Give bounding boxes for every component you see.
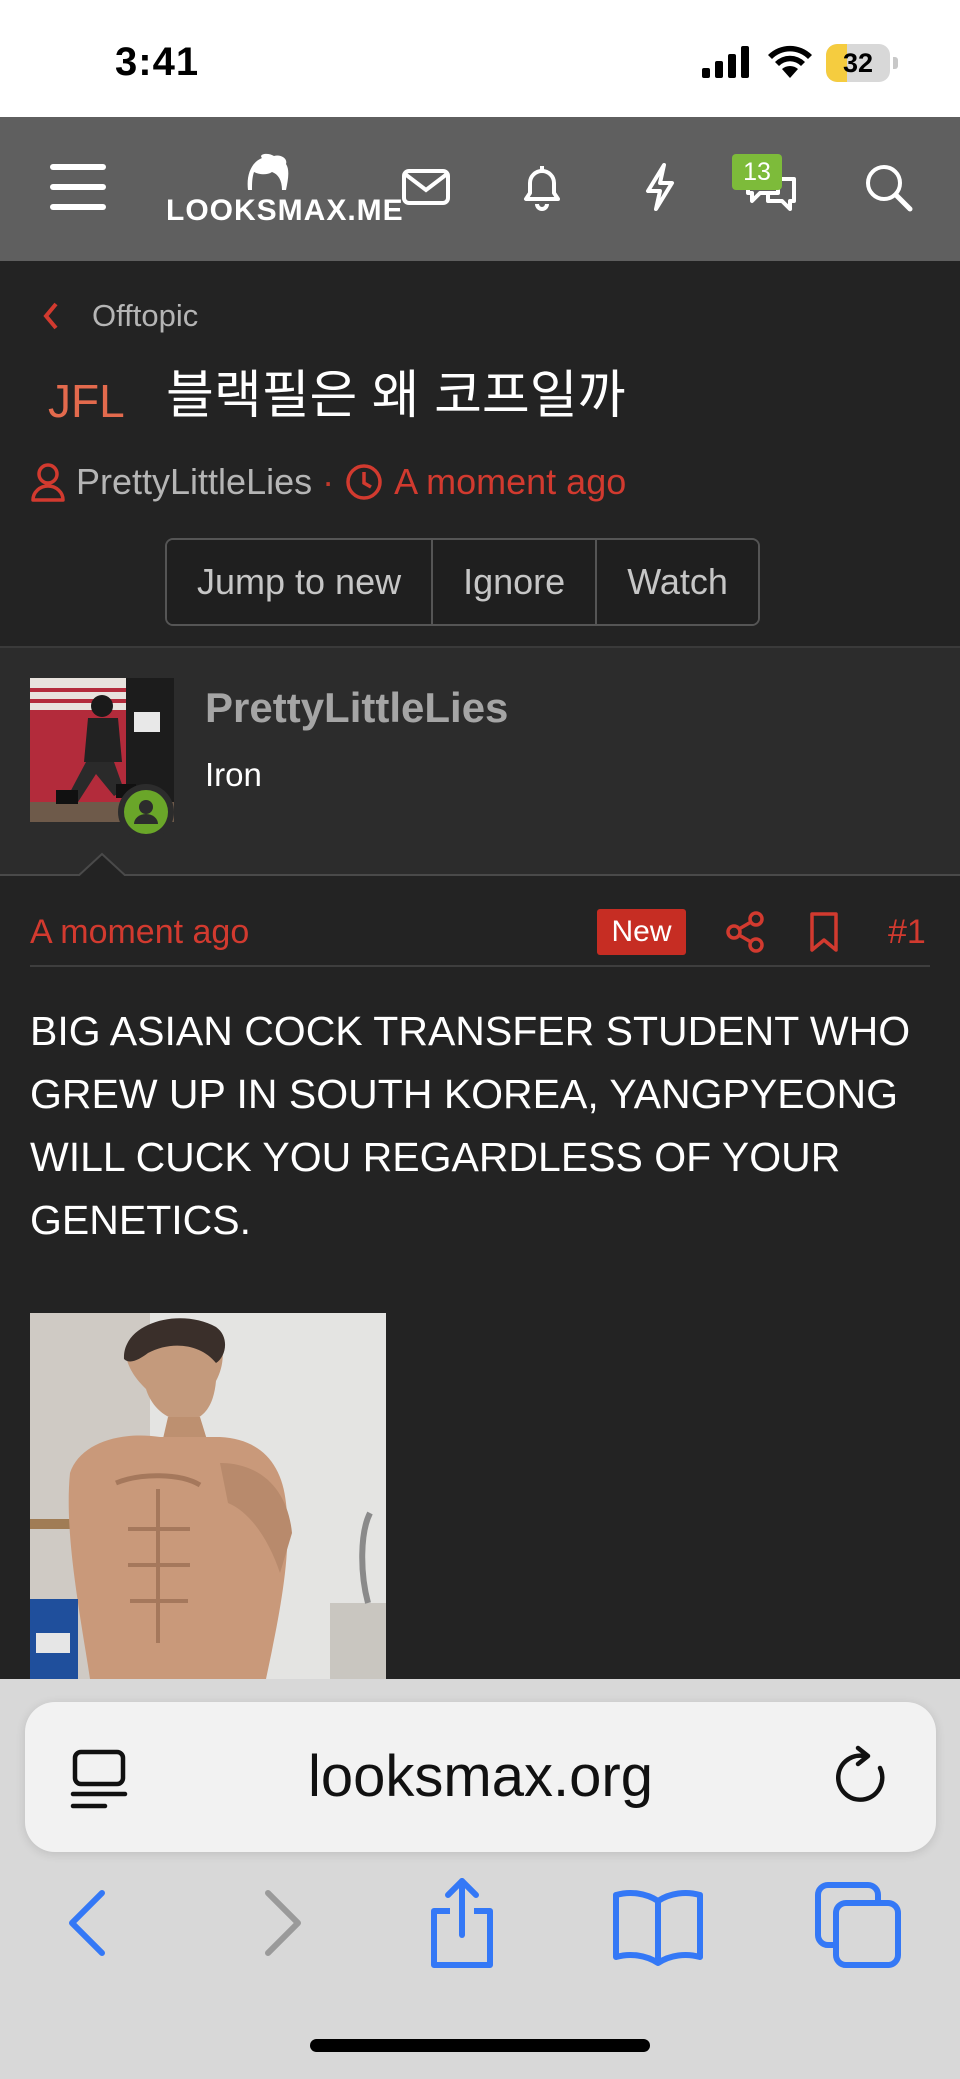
user-title: Iron [205,756,262,793]
battery-icon: 32 [826,44,898,82]
status-bar: 3:41 32 [0,0,960,117]
home-indicator [310,2039,650,2052]
thread-time[interactable]: A moment ago [394,461,626,503]
wifi-icon [768,45,812,78]
bookmark-icon[interactable] [806,910,842,954]
clock-icon [346,464,382,500]
thread-meta: PrettyLittleLies · A moment ago [30,458,626,506]
breadcrumb-offtopic[interactable]: Offtopic [92,296,198,336]
online-indicator [118,784,174,840]
share-sheet-icon[interactable] [420,1873,504,1973]
ignore-button[interactable]: Ignore [433,540,598,624]
post-image[interactable] [30,1313,386,1679]
share-icon[interactable] [726,910,764,954]
online-user-icon [134,800,158,824]
hair-logo-icon [247,153,289,190]
envelope-icon[interactable] [396,157,456,217]
reload-icon[interactable] [830,1744,894,1810]
back-icon[interactable] [58,1873,114,1973]
lightning-bolt-icon[interactable] [630,157,690,217]
watch-button[interactable]: Watch [597,540,758,624]
new-badge: New [597,909,686,955]
user-icon [31,463,65,502]
attached-photo [30,1313,386,1679]
thread-author[interactable]: PrettyLittleLies [76,461,312,503]
thread-prefix[interactable]: JFL [48,374,125,428]
meta-separator: · [322,461,335,502]
tabs-icon[interactable] [814,1873,904,1973]
bookmarks-icon[interactable] [610,1873,706,1973]
battery-level: 32 [842,48,874,78]
site-header: LOOKSMAX.ME 13 [0,117,960,261]
post-body: BIG ASIAN COCK TRANSFER STUDENT WHO GREW… [30,1008,911,1243]
chevron-left-icon[interactable] [40,300,62,332]
status-time: 3:41 [115,40,200,84]
conversations-badge: 13 [732,154,782,190]
post-number[interactable]: #1 [888,910,926,954]
bell-icon[interactable] [512,157,572,217]
thread-title: 블랙필은 왜 코프일까 [166,367,626,425]
address-bar[interactable]: looksmax.org [25,1702,936,1852]
divider [30,965,930,967]
search-icon[interactable] [858,157,918,217]
browser-toolbar: looksmax.org [0,1679,960,2079]
forward-icon[interactable] [254,1873,310,1973]
jump-to-new-button[interactable]: Jump to new [167,540,434,624]
post-time[interactable]: A moment ago [30,910,249,954]
hamburger-menu-icon[interactable] [48,157,108,217]
site-logo[interactable]: LOOKSMAX.ME [166,152,404,232]
speech-pointer [76,852,128,878]
post-author-name[interactable]: PrettyLittleLies [205,684,508,732]
cellular-signal-icon [702,46,749,78]
post-author-bar: PrettyLittleLies Iron [0,648,960,876]
thread-actions: Jump to new Ignore Watch [165,538,760,626]
logo-text: LOOKSMAX.ME [166,194,404,227]
url-text[interactable]: looksmax.org [25,1702,936,1852]
